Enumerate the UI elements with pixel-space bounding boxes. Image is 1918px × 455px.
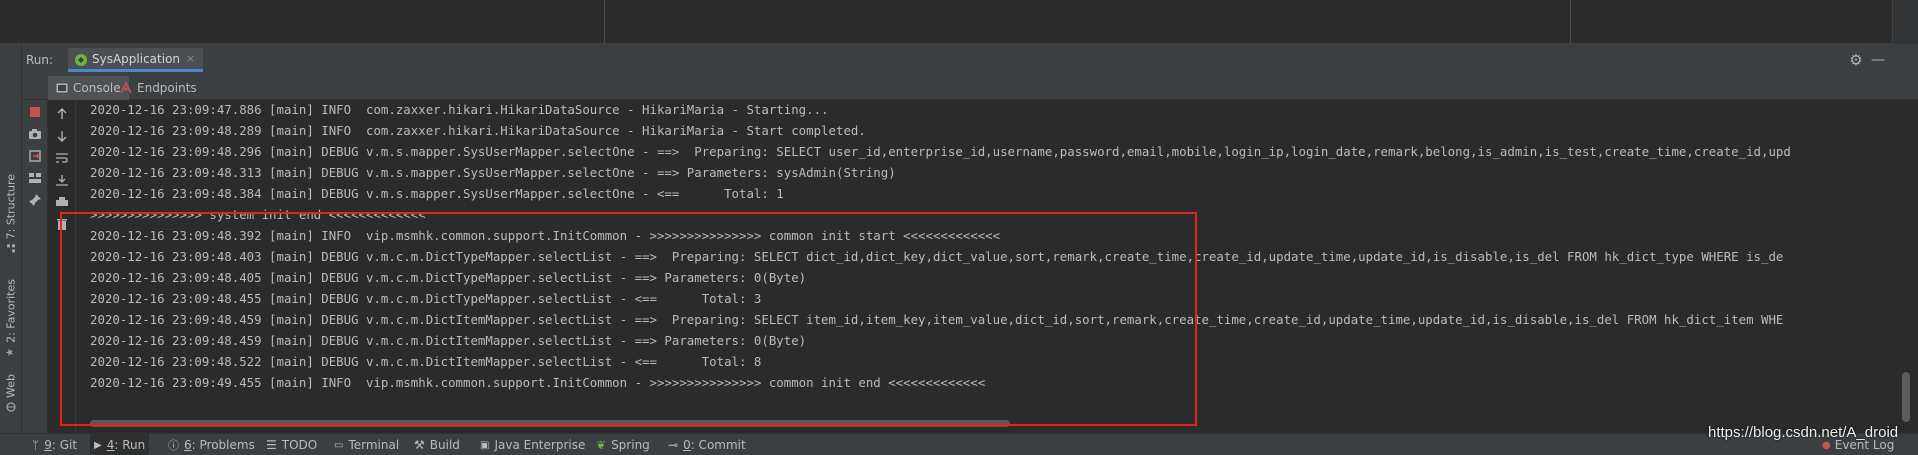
spring-boot-icon bbox=[75, 54, 87, 66]
watermark-text: https://blog.csdn.net/A_droid bbox=[1708, 424, 1899, 441]
tab-todo[interactable]: ☰ TODO bbox=[262, 434, 321, 455]
console-output[interactable]: 2020-12-16 23:09:47.886 [main] INFO com.… bbox=[76, 100, 1898, 420]
soft-wrap-icon[interactable] bbox=[54, 150, 70, 166]
structure-tab-label: 7: Structure bbox=[4, 174, 18, 240]
console-icon bbox=[56, 83, 68, 93]
close-icon[interactable]: × bbox=[186, 52, 195, 65]
log-line: 2020-12-16 23:09:48.392 [main] INFO vip.… bbox=[90, 228, 1001, 243]
run-config-tab[interactable]: SysApplication × bbox=[68, 48, 204, 72]
arrow-down-icon[interactable] bbox=[54, 128, 70, 144]
structure-icon bbox=[7, 244, 15, 253]
globe-icon bbox=[6, 402, 16, 412]
editor-area-top bbox=[0, 0, 1918, 44]
tab-endpoints-label: Endpoints bbox=[137, 81, 197, 95]
tab-java-enterprise-label: Java Enterprise bbox=[494, 438, 586, 452]
vertical-scrollbar[interactable] bbox=[1898, 100, 1918, 433]
tab-commit[interactable]: ⊸ 0: Commit bbox=[664, 434, 750, 455]
log-line: >>>>>>>>>>>>>>> system init end <<<<<<<<… bbox=[90, 207, 426, 222]
left-tool-strip: 7: Structure ★ 2: Favorites Web bbox=[0, 44, 22, 433]
tab-problems-mnemonic: 6 bbox=[184, 438, 192, 452]
log-line: 2020-12-16 23:09:48.384 [main] DEBUG v.m… bbox=[90, 186, 784, 201]
exit-icon[interactable] bbox=[27, 148, 43, 164]
log-line: 2020-12-16 23:09:48.522 [main] DEBUG v.m… bbox=[90, 354, 762, 369]
tab-run[interactable]: ▶ 4: Run bbox=[90, 434, 150, 455]
tab-problems-label: : Problems bbox=[191, 438, 255, 452]
tab-spring[interactable]: ❦ Spring bbox=[592, 434, 654, 455]
run-subtabs: Console Endpoints bbox=[22, 76, 1918, 100]
gear-icon[interactable]: ⚙ bbox=[1848, 52, 1864, 68]
horizontal-scrollbar[interactable] bbox=[76, 418, 1898, 430]
log-line: 2020-12-16 23:09:47.886 [main] INFO com.… bbox=[90, 102, 829, 117]
tab-commit-label: : Commit bbox=[690, 438, 746, 452]
tab-git-label: : Git bbox=[51, 438, 78, 452]
tab-problems[interactable]: ⓘ 6: Problems bbox=[164, 434, 259, 455]
log-line: 2020-12-16 23:09:48.459 [main] DEBUG v.m… bbox=[90, 333, 807, 348]
commit-icon: ⊸ bbox=[668, 438, 679, 452]
editor-scrollbar[interactable] bbox=[1892, 0, 1918, 44]
log-line: 2020-12-16 23:09:48.455 [main] DEBUG v.m… bbox=[90, 291, 762, 306]
bottom-tool-bar: ᛘ 9: Git ▶ 4: Run ⓘ 6: Problems ☰ TODO ▭… bbox=[0, 433, 1918, 455]
tab-build-label: Build bbox=[429, 438, 460, 452]
run-icon: ▶ bbox=[94, 439, 102, 451]
horizontal-scrollbar-thumb[interactable] bbox=[90, 420, 1010, 427]
run-actions-toolbar bbox=[22, 76, 48, 433]
tab-java-enterprise[interactable]: ▣ Java Enterprise bbox=[476, 434, 589, 455]
layout-icon[interactable] bbox=[27, 170, 43, 186]
git-branch-icon: ᛘ bbox=[32, 438, 40, 452]
todo-icon: ☰ bbox=[266, 438, 277, 452]
tab-terminal[interactable]: ▭ Terminal bbox=[330, 434, 403, 455]
arrow-up-icon[interactable] bbox=[54, 106, 70, 122]
favorites-tool-tab[interactable]: ★ 2: Favorites bbox=[2, 279, 20, 358]
log-line: 2020-12-16 23:09:48.403 [main] DEBUG v.m… bbox=[90, 249, 1784, 264]
tab-commit-mnemonic: 0 bbox=[683, 438, 691, 452]
tab-build[interactable]: ⚒ Build bbox=[410, 434, 464, 455]
structure-tool-tab[interactable]: 7: Structure bbox=[2, 174, 20, 253]
run-tab-title: SysApplication bbox=[92, 51, 181, 66]
pin-icon[interactable] bbox=[27, 192, 43, 208]
minimize-icon[interactable]: — bbox=[1870, 52, 1886, 68]
run-tool-window-header: Run: SysApplication × ⚙ — bbox=[22, 44, 1918, 76]
tab-run-label: : Run bbox=[114, 438, 146, 452]
camera-icon[interactable] bbox=[27, 126, 43, 142]
tab-endpoints[interactable]: Endpoints bbox=[112, 76, 205, 100]
tab-spring-label: Spring bbox=[611, 438, 650, 452]
log-line: 2020-12-16 23:09:48.289 [main] INFO com.… bbox=[90, 123, 866, 138]
web-tool-tab[interactable]: Web bbox=[2, 374, 20, 412]
editor-divider bbox=[1570, 0, 1571, 44]
vertical-scrollbar-thumb[interactable] bbox=[1902, 372, 1910, 422]
build-icon: ⚒ bbox=[414, 438, 425, 452]
console-actions-toolbar bbox=[48, 100, 76, 433]
log-line: 2020-12-16 23:09:48.296 [main] DEBUG v.m… bbox=[90, 144, 1791, 159]
tab-git[interactable]: ᛘ 9: Git bbox=[28, 434, 81, 455]
tab-terminal-label: Terminal bbox=[348, 438, 400, 452]
problems-icon: ⓘ bbox=[168, 439, 179, 452]
tab-git-mnemonic: 9 bbox=[44, 438, 52, 452]
trash-icon[interactable] bbox=[54, 216, 70, 232]
log-line: 2020-12-16 23:09:48.459 [main] DEBUG v.m… bbox=[90, 312, 1784, 327]
log-line: 2020-12-16 23:09:49.455 [main] INFO vip.… bbox=[90, 375, 986, 390]
run-label: Run: bbox=[26, 53, 54, 67]
print-icon[interactable] bbox=[54, 194, 70, 210]
stop-icon[interactable] bbox=[27, 104, 43, 120]
event-log-icon: ● bbox=[1822, 439, 1831, 451]
scroll-to-end-icon[interactable] bbox=[54, 172, 70, 188]
spring-icon: ❦ bbox=[596, 438, 607, 452]
log-line: 2020-12-16 23:09:48.405 [main] DEBUG v.m… bbox=[90, 270, 807, 285]
star-icon: ★ bbox=[5, 346, 17, 358]
tab-todo-label: TODO bbox=[281, 438, 318, 452]
endpoints-icon bbox=[120, 82, 132, 94]
terminal-icon: ▭ bbox=[334, 439, 344, 451]
log-line: 2020-12-16 23:09:48.313 [main] DEBUG v.m… bbox=[90, 165, 896, 180]
web-tab-label: Web bbox=[4, 374, 18, 398]
favorites-tab-label: 2: Favorites bbox=[4, 279, 18, 343]
java-enterprise-icon: ▣ bbox=[480, 439, 490, 451]
editor-divider bbox=[604, 0, 605, 44]
